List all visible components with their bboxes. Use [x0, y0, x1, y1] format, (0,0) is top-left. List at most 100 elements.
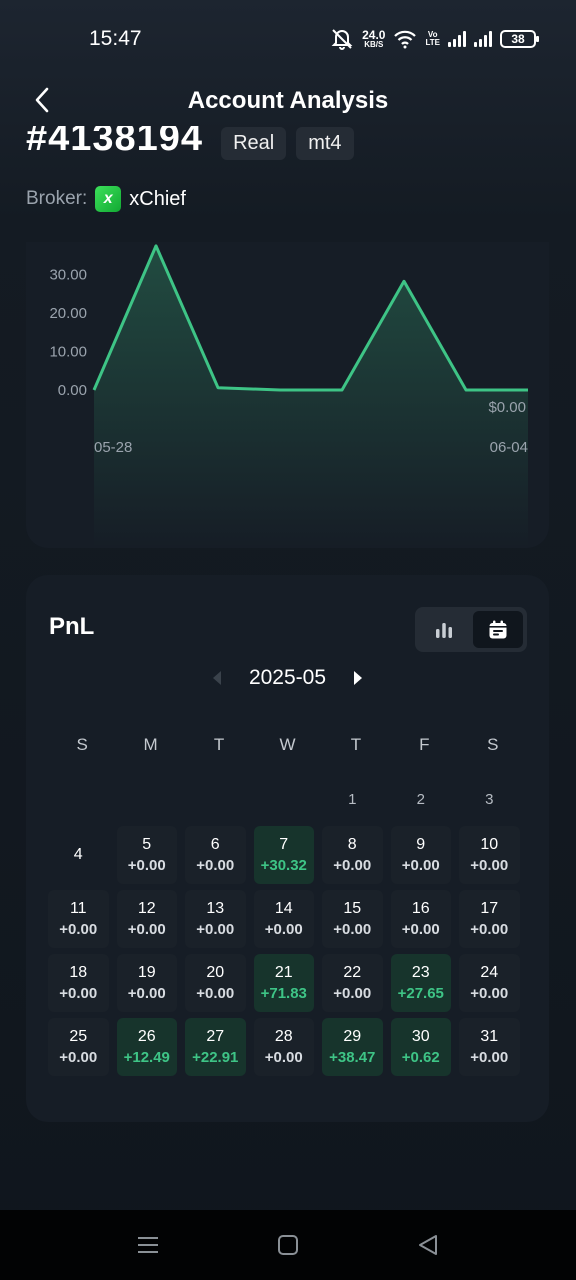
status-time: 15:47: [89, 27, 142, 50]
calendar-day-5[interactable]: 5 +0.00: [116, 826, 177, 884]
calendar-day-pnl: +0.00: [196, 857, 235, 874]
calendar-day-16[interactable]: 16 +0.00: [390, 890, 451, 948]
net-speed-unit: KB/S: [364, 40, 384, 49]
x-tick-label: 06-04: [490, 439, 528, 456]
calendar-day-number: 7: [279, 836, 289, 853]
calendar-day-pnl: +0.00: [127, 985, 166, 1002]
calendar-day-number: 15: [343, 900, 362, 917]
calendar-day-31[interactable]: 31 +0.00: [459, 1018, 520, 1076]
menu-button[interactable]: [128, 1225, 168, 1265]
calendar-view-button[interactable]: [473, 611, 523, 648]
calendar-day-6[interactable]: 6 +0.00: [185, 826, 246, 884]
calendar-day-pnl: +0.00: [401, 921, 440, 938]
calendar-day-pnl: +0.00: [127, 921, 166, 938]
calendar-day-pnl: +0.00: [470, 857, 509, 874]
calendar-day-15[interactable]: 15 +0.00: [322, 890, 383, 948]
calendar-day-number: 11: [69, 900, 87, 917]
calendar-day-number: 9: [416, 836, 426, 853]
calendar-day-number: 30: [411, 1028, 430, 1045]
calendar-day-25[interactable]: 25 +0.00: [48, 1018, 109, 1076]
calendar-day-13[interactable]: 13 +0.00: [185, 890, 246, 948]
calendar-day-22[interactable]: 22 +0.00: [322, 954, 383, 1012]
broker-row: Broker: x xChief: [26, 186, 186, 212]
calendar-day-17[interactable]: 17 +0.00: [459, 890, 520, 948]
signal-icon: [448, 31, 466, 47]
calendar-day-pnl: +38.47: [329, 1049, 376, 1066]
status-icons: 24.0 KB/S Vo LTE 38: [330, 27, 539, 51]
weekday-fri: F: [419, 735, 430, 754]
calendar-day-4[interactable]: 4: [48, 826, 109, 884]
broker-logo: x: [95, 186, 122, 212]
last-value-label: $0.00: [488, 399, 526, 416]
status-bar: 15:47 24.0 KB/S Vo LTE 38: [0, 0, 576, 76]
y-tick-label: 0.00: [58, 382, 87, 399]
calendar-day-number: 1: [348, 791, 357, 808]
calendar-day-number: 27: [206, 1028, 225, 1045]
calendar-day-number: 29: [343, 1028, 362, 1045]
mute-bell-icon: [331, 29, 353, 50]
calendar-day-number: 26: [137, 1028, 156, 1045]
volte-bottom: LTE: [425, 38, 440, 47]
page-title: Account Analysis: [187, 87, 389, 114]
calendar-day-number: 17: [480, 900, 499, 917]
calendar-day-19[interactable]: 19 +0.00: [116, 954, 177, 1012]
calendar-day-10[interactable]: 10 +0.00: [459, 826, 520, 884]
prev-month-button[interactable]: [207, 666, 227, 690]
calendar-day-14[interactable]: 14 +0.00: [253, 890, 314, 948]
next-month-button[interactable]: [348, 666, 368, 690]
calendar-day-29[interactable]: 29 +38.47: [322, 1018, 383, 1076]
x-tick-label: 05-28: [94, 439, 132, 456]
calendar-day-30[interactable]: 30 +0.62: [390, 1018, 451, 1076]
home-button[interactable]: [268, 1225, 308, 1265]
back-icon: [419, 1235, 437, 1255]
calendar-empty-cell: [48, 780, 109, 820]
calendar-day-number: 31: [480, 1028, 499, 1045]
calendar-day-18[interactable]: 18 +0.00: [48, 954, 109, 1012]
calendar-day-27[interactable]: 27 +22.91: [185, 1018, 246, 1076]
calendar-day-26[interactable]: 26 +12.49: [116, 1018, 177, 1076]
calendar-day-21[interactable]: 21 +71.83: [253, 954, 314, 1012]
calendar-day-number: 21: [274, 964, 293, 981]
system-back-button[interactable]: [408, 1225, 448, 1265]
calendar-day-pnl: +0.00: [59, 985, 98, 1002]
calendar-empty-cell: [254, 780, 315, 820]
calendar-day-number: 20: [206, 964, 225, 981]
weekday-sat: S: [487, 735, 499, 754]
weekday-mon: M: [143, 735, 158, 754]
calendar-day-number: 25: [69, 1028, 88, 1045]
calendar-day-28[interactable]: 28 +0.00: [253, 1018, 314, 1076]
calendar-day-pnl: +0.62: [401, 1049, 440, 1066]
calendar-day-number: 19: [137, 964, 156, 981]
calendar-day-pnl: +27.65: [397, 985, 444, 1002]
calendar-day-pnl: +0.00: [127, 857, 166, 874]
calendar-day-number: 8: [347, 836, 357, 853]
signal-icon-2: [474, 31, 492, 47]
battery-icon: 38: [500, 30, 539, 48]
calendar-day-3[interactable]: 3: [459, 780, 520, 820]
calendar-day-8[interactable]: 8 +0.00: [322, 826, 383, 884]
volte-indicator: Vo LTE: [425, 31, 440, 47]
calendar-day-pnl: +0.00: [264, 921, 303, 938]
calendar-day-11[interactable]: 11 +0.00: [48, 890, 109, 948]
chart-card: 30.00 20.00 10.00 0.00 05-28 06-04 $0.00: [26, 242, 549, 548]
chart-area: [94, 245, 528, 548]
calendar-day-number: 12: [137, 900, 156, 917]
calendar-day-20[interactable]: 20 +0.00: [185, 954, 246, 1012]
bar-view-button[interactable]: [419, 611, 469, 648]
calendar-day-24[interactable]: 24 +0.00: [459, 954, 520, 1012]
bar-chart-icon: [436, 622, 452, 638]
calendar-day-pnl: +0.00: [470, 1049, 509, 1066]
calendar-day-1[interactable]: 1: [322, 780, 383, 820]
calendar-day-23[interactable]: 23 +27.65: [390, 954, 451, 1012]
weekday-tue: T: [213, 735, 225, 754]
battery-level: 38: [511, 32, 525, 46]
calendar-day-12[interactable]: 12 +0.00: [116, 890, 177, 948]
calendar-day-number: 16: [411, 900, 430, 917]
calendar-day-pnl: +0.00: [470, 985, 509, 1002]
triangle-left-icon: [212, 671, 221, 685]
calendar-day-2[interactable]: 2: [391, 780, 452, 820]
y-tick-label: 10.00: [49, 344, 87, 361]
calendar-day-pnl: +0.00: [264, 1049, 303, 1066]
calendar-day-7[interactable]: 7 +30.32: [253, 826, 314, 884]
calendar-day-9[interactable]: 9 +0.00: [390, 826, 451, 884]
